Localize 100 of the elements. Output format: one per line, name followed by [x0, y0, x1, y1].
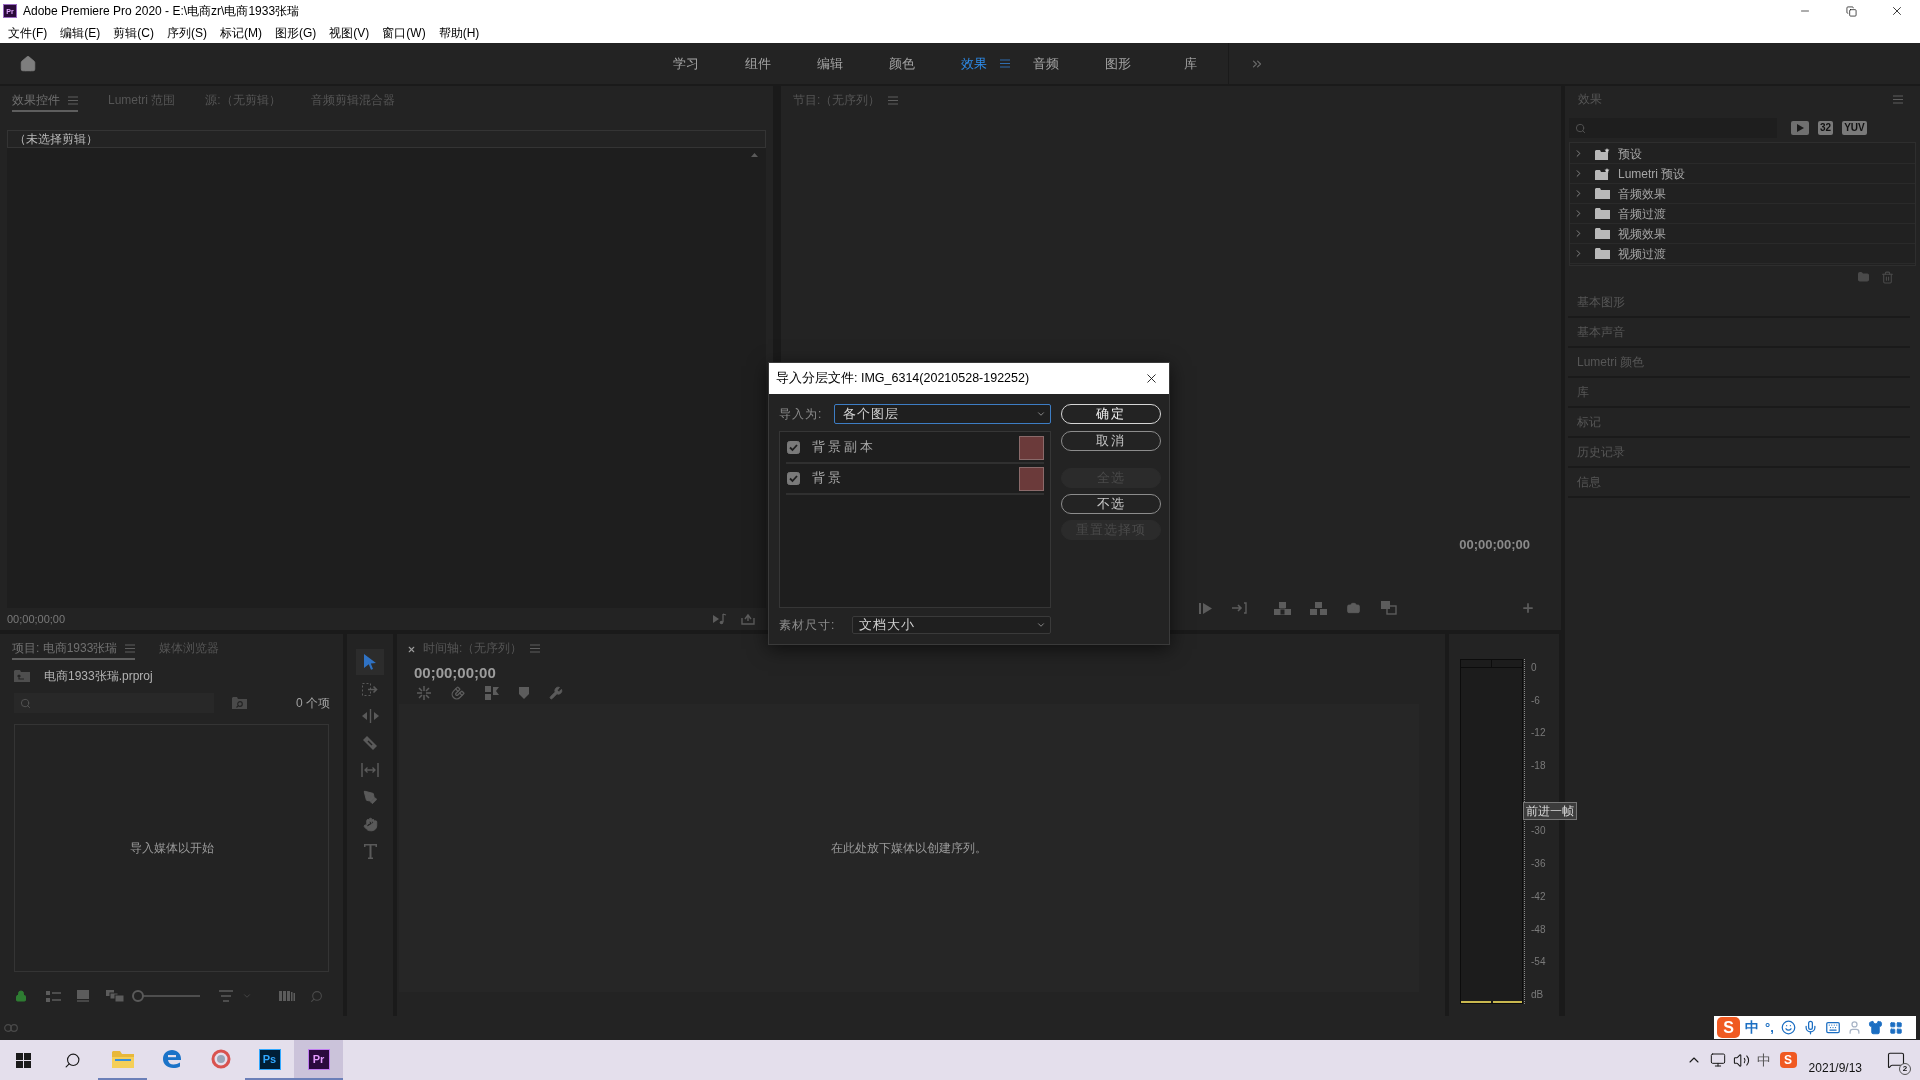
overlapping-squares-icon[interactable]: [1381, 601, 1397, 615]
folder-icon: [1595, 228, 1610, 239]
home-icon[interactable]: [19, 54, 37, 73]
stacked-cards-icon[interactable]: [106, 990, 124, 1002]
workspace-tab[interactable]: 效果: [938, 43, 1010, 84]
folder-icon: [111, 1050, 134, 1068]
menu-icon[interactable]: [68, 95, 78, 105]
magnet-icon[interactable]: [451, 686, 465, 700]
filter-toggle[interactable]: 32: [1818, 121, 1834, 135]
marker-icon[interactable]: [519, 687, 529, 699]
wrench-icon[interactable]: [549, 686, 563, 700]
menu-item[interactable]: 序列(S): [167, 23, 207, 42]
menu-icon[interactable]: [888, 95, 899, 105]
scroll-up-icon[interactable]: [751, 153, 758, 157]
chevron-icon[interactable]: [1573, 248, 1584, 259]
export-icon[interactable]: [741, 613, 755, 625]
input-mode-indicator[interactable]: 中: [1745, 1017, 1759, 1038]
sort-icon[interactable]: [219, 990, 233, 1002]
workspace-tab[interactable]: 颜色: [866, 43, 938, 84]
app-logo[interactable]: S: [1717, 1017, 1740, 1038]
input-mode-indicator[interactable]: 中: [1756, 1049, 1771, 1071]
meter-scale-label: -12: [1530, 726, 1546, 741]
tree-item[interactable]: 视频效果: [1570, 224, 1915, 244]
menu-item[interactable]: 帮助(H): [438, 23, 480, 42]
punctuation-indicator[interactable]: °,: [1765, 1017, 1774, 1038]
step-forward-icon[interactable]: [1199, 602, 1212, 614]
slider-thumb[interactable]: [132, 990, 144, 1002]
window-title: Adobe Premiere Pro 2020 - E:\电商zr\电商1933张瑞: [23, 3, 300, 20]
extract-icon[interactable]: [1310, 601, 1327, 615]
folder-search-icon[interactable]: [232, 697, 247, 709]
caret-icon[interactable]: [242, 991, 252, 1001]
workspace-tab[interactable]: 库: [1154, 43, 1226, 84]
menu-item[interactable]: 视图(V): [329, 23, 370, 42]
date-text[interactable]: 2021/9/13: [1808, 1059, 1862, 1077]
menu-icon[interactable]: [530, 643, 541, 653]
menu-item[interactable]: 窗口(W): [382, 23, 426, 42]
taskbar-button[interactable]: Pr: [294, 1040, 343, 1080]
trash-icon[interactable]: [1881, 270, 1894, 284]
linked-flags-icon[interactable]: [485, 686, 499, 700]
folder-star-icon: [1595, 167, 1610, 180]
workspace-tab[interactable]: 编辑: [794, 43, 866, 84]
bars-icon[interactable]: [279, 991, 295, 1001]
close-icon[interactable]: [1890, 4, 1904, 18]
tree-item[interactable]: 音频过渡: [1570, 204, 1915, 224]
arrow-bracket-icon[interactable]: [1232, 602, 1247, 614]
smiley-icon[interactable]: [1780, 1020, 1796, 1035]
lock-icon[interactable]: [15, 990, 27, 1002]
add-button-icon[interactable]: [1521, 601, 1535, 615]
search-icon: [1575, 122, 1586, 134]
checkbox[interactable]: [787, 472, 800, 485]
menu-item[interactable]: 剪辑(C): [113, 23, 154, 42]
menu-item[interactable]: 标记(M): [220, 23, 262, 42]
footage-size-dropdown[interactable]: 文档大小: [852, 616, 1051, 634]
tree-item[interactable]: 预设: [1570, 144, 1915, 164]
menu-item[interactable]: 文件(F): [8, 23, 48, 42]
menu-item[interactable]: 图形(G): [275, 23, 317, 42]
app-logo[interactable]: S: [1779, 1052, 1797, 1068]
menu-icon[interactable]: [1000, 59, 1010, 68]
folder-icon[interactable]: [1857, 271, 1870, 283]
monitor-icon[interactable]: [1709, 1052, 1726, 1068]
keyboard-icon[interactable]: [1824, 1020, 1841, 1035]
loops-icon[interactable]: [4, 1023, 18, 1033]
import-as-dropdown[interactable]: 各个图层: [834, 404, 1051, 424]
tree-item[interactable]: 视频过渡: [1570, 244, 1915, 264]
menu-icon[interactable]: [125, 643, 136, 653]
icon-view-icon[interactable]: [77, 990, 89, 1002]
workspace-tab[interactable]: 学习: [650, 43, 722, 84]
panel-tab[interactable]: 效果控件: [12, 90, 78, 112]
search-icon[interactable]: [63, 1051, 81, 1069]
play-note-icon[interactable]: [713, 613, 727, 625]
sparkle-icon[interactable]: [417, 686, 431, 700]
workspace-tab[interactable]: 音频: [1010, 43, 1082, 84]
menu-item[interactable]: 编辑(E): [60, 23, 101, 42]
tool-button[interactable]: [356, 649, 384, 675]
checkbox[interactable]: [787, 441, 800, 454]
filter-toggle[interactable]: YUV: [1842, 121, 1867, 135]
lift-icon[interactable]: [1274, 601, 1291, 615]
search-field[interactable]: [14, 693, 214, 713]
grid-icon[interactable]: [1888, 1020, 1903, 1035]
restore-icon[interactable]: [1845, 5, 1857, 17]
photo-placeholder: [1019, 435, 1044, 460]
close-icon[interactable]: [1144, 371, 1159, 386]
ring-icon: [210, 1049, 231, 1069]
folder-up-icon[interactable]: [14, 670, 30, 682]
camera-icon[interactable]: [1346, 601, 1361, 615]
meter-scale-label: -30: [1530, 824, 1546, 839]
list-view-icon[interactable]: [46, 990, 61, 1002]
microphone-icon[interactable]: [1802, 1020, 1818, 1035]
shirt-icon[interactable]: [1867, 1020, 1883, 1035]
speech-bubble-icon[interactable]: [1887, 1051, 1905, 1069]
workspace-tab[interactable]: 组件: [722, 43, 794, 84]
search-field[interactable]: [1569, 118, 1777, 138]
tree-item[interactable]: 音频效果: [1570, 184, 1915, 204]
speaker-icon[interactable]: [1732, 1051, 1750, 1069]
menu-icon[interactable]: [1893, 94, 1903, 104]
person-icon[interactable]: [1846, 1020, 1862, 1035]
close-icon[interactable]: [407, 644, 416, 654]
workspace-tab[interactable]: 图形: [1082, 43, 1154, 84]
zoom-slider[interactable]: [132, 990, 200, 1002]
tree-item[interactable]: Lumetri 预设: [1570, 164, 1915, 184]
